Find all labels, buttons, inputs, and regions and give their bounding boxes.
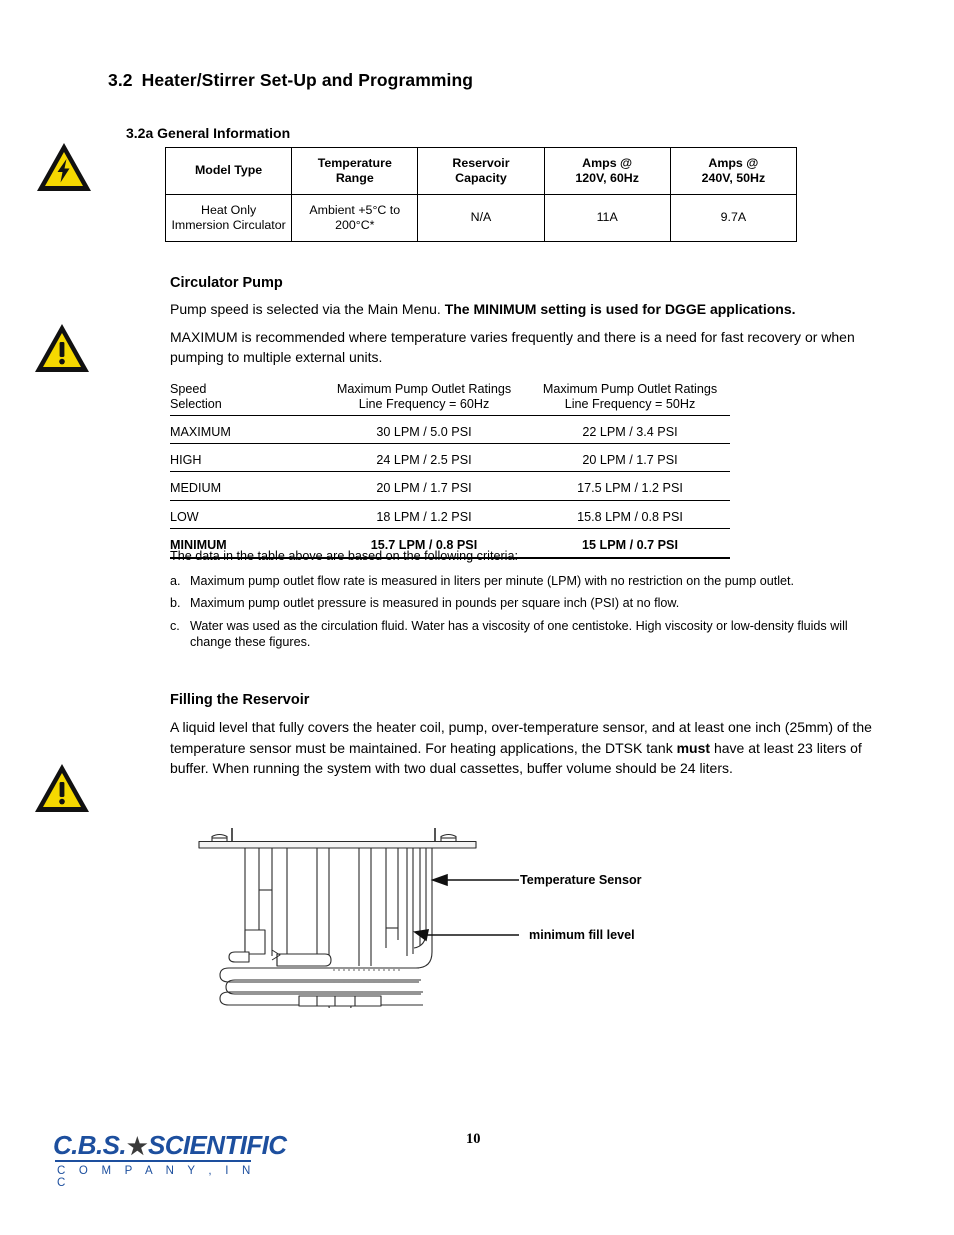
cell-amps-120v: 11A — [543, 194, 671, 242]
table-row: Heat Only Immersion Circulator Ambient +… — [164, 194, 798, 242]
criteria-marker-b: b. — [170, 596, 181, 611]
star-icon: ★ — [126, 1132, 148, 1159]
pump-60hz-maximum: 30 LPM / 5.0 PSI — [318, 415, 530, 445]
circulator-line-drawing — [198, 828, 519, 1015]
exclamation-warning-icon-1 — [33, 322, 91, 376]
cell-model-type: Heat Only Immersion Circulator — [164, 194, 293, 242]
cell-reservoir-capacity: N/A — [417, 194, 545, 242]
diagram-label-minimum-fill-level: minimum fill level — [529, 928, 635, 942]
circulator-pump-paragraph-1: Pump speed is selected via the Main Menu… — [170, 300, 900, 320]
pump-para1-normal: Pump speed is selected via the Main Menu… — [170, 301, 445, 317]
cell-amps-240v: 9.7A — [669, 194, 798, 242]
criteria-text-a: Maximum pump outlet flow rate is measure… — [190, 574, 795, 588]
pump-speed-maximum: MAXIMUM — [170, 415, 318, 445]
company-logo: C.B.S. ★ SCIENTIFIC C O M P A N Y , I N … — [53, 1130, 287, 1189]
subsection-heading: 3.2a General Information — [126, 125, 291, 141]
pump-header-60hz: Maximum Pump Outlet Ratings Line Frequen… — [318, 379, 530, 416]
list-item: b. Maximum pump outlet pressure is measu… — [170, 595, 890, 611]
logo-subtitle: C O M P A N Y , I N C — [57, 1165, 256, 1189]
filling-reservoir-heading: Filling the Reservoir — [170, 692, 310, 708]
pump-50hz-minimum: 15 LPM / 0.7 PSI — [530, 528, 730, 559]
page-number: 10 — [466, 1131, 481, 1147]
pump-60hz-medium: 20 LPM / 1.7 PSI — [318, 471, 530, 501]
header-model-type: Model Type — [164, 147, 293, 195]
filling-reservoir-paragraph: A liquid level that fully covers the hea… — [170, 717, 886, 779]
pump-50hz-low: 15.8 LPM / 0.8 PSI — [530, 500, 730, 530]
immersion-circulator-diagram: Temperature Sensor minimum fill level — [183, 828, 653, 1015]
table-header-row: Model Type Temperature Range Reservoir C… — [164, 147, 798, 195]
section-heading: 3.2 Heater/Stirrer Set-Up and Programming — [108, 70, 473, 91]
logo-wordmark: C.B.S. ★ SCIENTIFIC — [53, 1130, 287, 1160]
logo-text-scientific: SCIENTIFIC — [148, 1130, 287, 1160]
criteria-marker-a: a. — [170, 574, 181, 588]
table-row: MAXIMUM 30 LPM / 5.0 PSI 22 LPM / 3.4 PS… — [170, 415, 730, 445]
section-title: Heater/Stirrer Set-Up and Programming — [141, 70, 474, 90]
circulator-pump-paragraph-2: MAXIMUM is recommended where temperature… — [170, 329, 855, 365]
criteria-text-c: Water was used as the circulation fluid.… — [190, 618, 848, 650]
circulator-pump-heading: Circulator Pump — [170, 275, 283, 291]
pump-header-speed: Speed Selection — [170, 379, 318, 416]
pump-ratings-table: Speed Selection Maximum Pump Outlet Rati… — [170, 379, 730, 559]
pump-para1-bold: The MINIMUM setting is used for DGGE app… — [444, 301, 796, 317]
table-row: MEDIUM 20 LPM / 1.7 PSI 17.5 LPM / 1.2 P… — [170, 471, 730, 501]
criteria-intro: The data in the table above are based on… — [170, 549, 518, 563]
header-temperature-range: Temperature Range — [291, 147, 419, 195]
pump-speed-high: HIGH — [170, 443, 318, 473]
pump-60hz-low: 18 LPM / 1.2 PSI — [318, 500, 530, 530]
criteria-list: a. Maximum pump outlet flow rate is meas… — [170, 573, 890, 656]
cell-temperature-range: Ambient +5°C to 200°C* — [291, 194, 419, 242]
logo-divider — [55, 1160, 251, 1162]
high-voltage-warning-icon — [35, 141, 93, 195]
list-item: c. Water was used as the circulation flu… — [170, 618, 890, 651]
pump-50hz-maximum: 22 LPM / 3.4 PSI — [530, 415, 730, 445]
pump-speed-low: LOW — [170, 500, 318, 530]
document-page: 3.2 Heater/Stirrer Set-Up and Programming… — [0, 0, 954, 1235]
pump-table-header-row: Speed Selection Maximum Pump Outlet Rati… — [170, 379, 730, 416]
exclamation-warning-icon-2 — [33, 762, 91, 816]
pump-speed-medium: MEDIUM — [170, 471, 318, 501]
header-reservoir-capacity: Reservoir Capacity — [417, 147, 545, 195]
table-row: LOW 18 LPM / 1.2 PSI 15.8 LPM / 0.8 PSI — [170, 500, 730, 530]
filling-para-bold: must — [676, 739, 711, 756]
pump-60hz-high: 24 LPM / 2.5 PSI — [318, 443, 530, 473]
pump-50hz-high: 20 LPM / 1.7 PSI — [530, 443, 730, 473]
diagram-label-temperature-sensor: Temperature Sensor — [520, 873, 642, 887]
criteria-marker-c: c. — [170, 618, 180, 633]
header-amps-240v: Amps @ 240V, 50Hz — [669, 147, 798, 195]
general-information-table: Model Type Temperature Range Reservoir C… — [164, 147, 798, 242]
table-row: HIGH 24 LPM / 2.5 PSI 20 LPM / 1.7 PSI — [170, 443, 730, 473]
pump-header-50hz: Maximum Pump Outlet Ratings Line Frequen… — [530, 379, 730, 416]
section-number: 3.2 — [108, 70, 133, 90]
criteria-text-b: Maximum pump outlet pressure is measured… — [190, 596, 680, 611]
pump-50hz-medium: 17.5 LPM / 1.2 PSI — [530, 471, 730, 501]
logo-text-cbs: C.B.S. — [53, 1130, 127, 1160]
list-item: a. Maximum pump outlet flow rate is meas… — [170, 573, 890, 589]
header-amps-120v: Amps @ 120V, 60Hz — [543, 147, 671, 195]
